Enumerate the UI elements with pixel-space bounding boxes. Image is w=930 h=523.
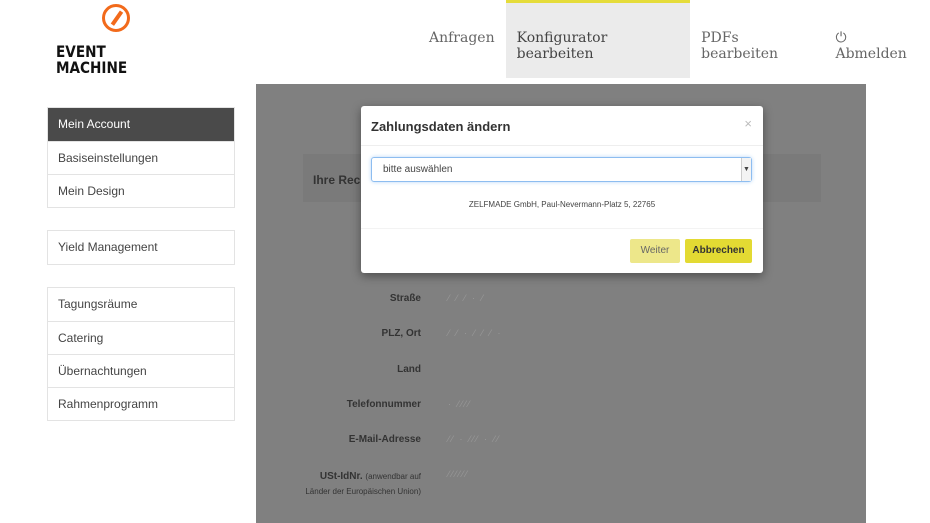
main-nav: Anfragen Konfigurator bearbeiten PDFs be… <box>418 0 930 78</box>
sidebar-item-mein-account[interactable]: Mein Account <box>48 108 234 141</box>
label-land: Land <box>397 364 421 375</box>
sidebar-group: Tagungsräume Catering Übernachtungen Rah… <box>47 287 235 421</box>
company-address: ZELFMADE GmbH, Paul-Nevermann-Platz 5, 2… <box>468 200 656 209</box>
value-redacted: ⁄ ⁄ · ⁄ ⁄ ⁄ · <box>448 328 503 338</box>
label-telefon: Telefonnummer <box>346 399 421 410</box>
logo-text: MACHINE <box>56 58 128 77</box>
value-redacted: · ⁄⁄⁄⁄ <box>448 399 472 409</box>
label-plz-ort: PLZ, Ort <box>381 328 421 339</box>
abbrechen-button[interactable]: Abbrechen <box>685 239 752 263</box>
nav-konfigurator[interactable]: Konfigurator bearbeiten <box>505 0 691 78</box>
nav-anfragen[interactable]: Anfragen <box>418 0 506 78</box>
sidebar-item-yield-management[interactable]: Yield Management <box>48 231 234 264</box>
payment-modal: Zahlungsdaten ändern × bitte auswählen ▼ … <box>361 106 763 273</box>
sidebar-group: Yield Management <box>47 230 235 265</box>
sidebar-item-tagungsraeume[interactable]: Tagungsräume <box>48 288 234 321</box>
sidebar-group: Mein Account Basiseinstellungen Mein Des… <box>47 107 235 208</box>
close-icon[interactable]: × <box>744 116 752 131</box>
label-email: E-Mail-Adresse <box>348 434 421 445</box>
power-icon: ⏻ <box>835 30 847 46</box>
sidebar: Mein Account Basiseinstellungen Mein Des… <box>47 107 235 443</box>
nav-logout[interactable]: ⏻Abmelden <box>824 0 930 78</box>
panel-title: Ihre Rec <box>313 173 361 187</box>
payment-select[interactable]: bitte auswählen ▼ <box>371 157 752 182</box>
value-redacted: ⁄ ⁄ ⁄ · ⁄ <box>448 293 486 303</box>
label-strasse: Straße <box>389 293 421 304</box>
value-redacted: ⁄⁄⁄⁄⁄⁄ <box>448 469 470 479</box>
modal-header: Zahlungsdaten ändern × <box>361 106 763 146</box>
logo-icon <box>102 4 130 32</box>
chevron-down-icon: ▼ <box>741 158 751 181</box>
modal-footer: Weiter Abbrechen <box>361 228 763 273</box>
sidebar-item-basiseinstellungen[interactable]: Basiseinstellungen <box>48 141 234 174</box>
sidebar-item-catering[interactable]: Catering <box>48 321 234 354</box>
ust-label: USt-IdNr. <box>319 471 363 482</box>
select-value: bitte auswählen <box>383 164 453 175</box>
sidebar-item-mein-design[interactable]: Mein Design <box>48 174 234 207</box>
sidebar-item-rahmenprogramm[interactable]: Rahmenprogramm <box>48 387 234 420</box>
weiter-button[interactable]: Weiter <box>630 239 680 263</box>
sidebar-item-uebernachtungen[interactable]: Übernachtungen <box>48 354 234 387</box>
modal-title: Zahlungsdaten ändern <box>371 119 511 134</box>
logout-label: Abmelden <box>835 46 907 62</box>
value-redacted: ⁄⁄ · ⁄⁄⁄ · ⁄⁄ <box>448 434 501 444</box>
label-ust-id: USt-IdNr. (anwendbar auf Länder der Euro… <box>301 469 421 499</box>
nav-pdfs[interactable]: PDFs bearbeiten <box>690 0 824 78</box>
